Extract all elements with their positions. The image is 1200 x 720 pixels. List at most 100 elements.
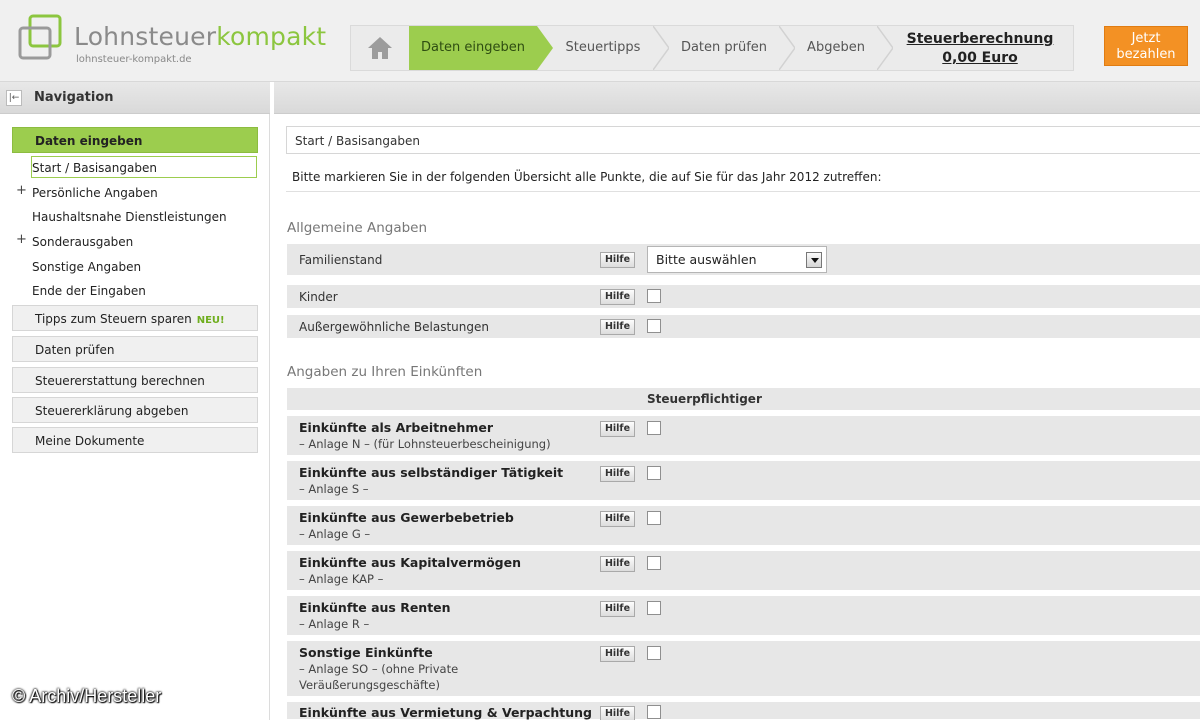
logo-icon xyxy=(18,14,62,60)
income-row-title: Einkünfte aus selbständiger Tätigkeit xyxy=(299,465,564,480)
income-row-title: Sonstige Einkünfte xyxy=(299,645,433,660)
nav-item-haushaltsnahe-dienstleistungen[interactable]: Haushaltsnahe Dienstleistungen xyxy=(32,206,258,228)
income-checkbox[interactable] xyxy=(647,705,661,719)
income-row-sub: – Anlage S – xyxy=(299,482,369,496)
column-header: Steuerpflichtiger xyxy=(287,388,1200,410)
income-row: Einkünfte aus Gewerbebetrieb – Anlage G … xyxy=(287,506,1200,546)
income-row-title: Einkünfte aus Renten xyxy=(299,600,451,615)
help-button[interactable]: Hilfe xyxy=(600,706,635,720)
belastungen-label: Außergewöhnliche Belastungen xyxy=(299,320,489,334)
income-row-sub: – Anlage SO – (ohne Private xyxy=(299,662,459,676)
income-row: Einkünfte aus Renten – Anlage R – Hilfe xyxy=(287,596,1200,636)
navigation-title: Navigation xyxy=(34,90,114,105)
income-checkbox[interactable] xyxy=(647,466,661,480)
help-button[interactable]: Hilfe xyxy=(600,421,635,437)
logo[interactable]: Lohnsteuerkompakt lohnsteuer-kompakt.de xyxy=(16,14,326,70)
nav-section-tipps-label: Tipps zum Steuern sparen xyxy=(35,312,192,326)
copyright-watermark: © Archiv/Hersteller xyxy=(12,686,162,706)
step-arrow-icon xyxy=(779,26,795,70)
nav-section-meine-dokumente[interactable]: Meine Dokumente xyxy=(12,427,258,453)
nav-section-tipps[interactable]: Tipps zum Steuern sparen NEU! xyxy=(12,305,258,331)
step-daten-eingeben[interactable]: Daten eingeben xyxy=(409,26,537,70)
nav-section-daten-eingeben[interactable]: Daten eingeben xyxy=(12,127,258,153)
chevron-down-icon xyxy=(806,252,822,268)
income-row-title: Einkünfte aus Kapitalvermögen xyxy=(299,555,521,570)
income-row: Einkünfte aus selbständiger Tätigkeit – … xyxy=(287,461,1200,501)
step-arrow-icon xyxy=(653,26,669,70)
income-checkbox[interactable] xyxy=(647,421,661,435)
familienstand-select-value: Bitte auswählen xyxy=(656,252,757,267)
main-header-bar xyxy=(274,82,1200,114)
help-button[interactable]: Hilfe xyxy=(600,252,635,268)
logo-text: Lohnsteuerkompakt xyxy=(74,22,327,51)
pay-now-button[interactable]: Jetzt bezahlen xyxy=(1104,26,1188,66)
intro-text: Bitte markieren Sie in der folgenden Übe… xyxy=(286,162,1200,192)
step-arrow-icon xyxy=(537,26,553,70)
income-checkbox[interactable] xyxy=(647,511,661,525)
income-checkbox[interactable] xyxy=(647,556,661,570)
pay-now-label-line2: bezahlen xyxy=(1116,47,1176,62)
main-content: Start / Basisangaben Bitte markieren Sie… xyxy=(274,82,1200,720)
pay-now-label-line1: Jetzt xyxy=(1131,31,1161,46)
income-row: Einkünfte als Arbeitnehmer – Anlage N – … xyxy=(287,416,1200,456)
nav-section-steuererstattung[interactable]: Steuererstattung berechnen xyxy=(12,367,258,393)
familienstand-select[interactable]: Bitte auswählen xyxy=(647,246,827,273)
income-row-sub: – Anlage KAP – xyxy=(299,572,384,586)
income-row: Einkünfte aus Vermietung & Verpachtung H… xyxy=(287,702,1200,720)
income-row-title: Einkünfte aus Vermietung & Verpachtung xyxy=(299,705,592,720)
help-button[interactable]: Hilfe xyxy=(600,601,635,617)
familienstand-label: Familienstand xyxy=(299,253,383,267)
row-kinder: Kinder Hilfe xyxy=(287,285,1200,309)
step-steuertipps[interactable]: Steuertipps xyxy=(553,26,653,70)
nav-item-persoenliche-angaben[interactable]: Persönliche Angaben xyxy=(32,182,258,204)
expand-plus-icon[interactable]: + xyxy=(16,183,27,198)
nav-item-start-basisangaben[interactable]: Start / Basisangaben xyxy=(31,156,257,178)
kinder-checkbox[interactable] xyxy=(647,289,661,303)
breadcrumb: Start / Basisangaben xyxy=(286,126,1200,154)
nav-section-daten-pruefen[interactable]: Daten prüfen xyxy=(12,336,258,362)
navigation-header: |← Navigation xyxy=(0,82,270,114)
step-arrow-icon xyxy=(877,26,893,70)
expand-plus-icon[interactable]: + xyxy=(16,232,27,247)
column-header-label: Steuerpflichtiger xyxy=(647,392,762,406)
kinder-label: Kinder xyxy=(299,290,338,304)
help-button[interactable]: Hilfe xyxy=(600,319,635,335)
income-row: Einkünfte aus Kapitalvermögen – Anlage K… xyxy=(287,551,1200,591)
row-belastungen: Außergewöhnliche Belastungen Hilfe xyxy=(287,315,1200,339)
home-button[interactable] xyxy=(351,26,409,70)
nav-item-ende-der-eingaben[interactable]: Ende der Eingaben xyxy=(32,280,258,302)
section-title-allgemeine-angaben: Allgemeine Angaben xyxy=(287,220,428,236)
income-checkbox[interactable] xyxy=(647,646,661,660)
tax-calculation-link[interactable]: Steuerberechnung 0,00 Euro xyxy=(899,30,1061,68)
step-abgeben[interactable]: Abgeben xyxy=(795,26,877,70)
income-row-sub: – Anlage G – xyxy=(299,527,371,541)
help-button[interactable]: Hilfe xyxy=(600,646,635,662)
tax-calculation-label: Steuerberechnung xyxy=(906,31,1054,47)
income-row: Sonstige Einkünfte – Anlage SO – (ohne P… xyxy=(287,641,1200,697)
income-row-sub: – Anlage N – (für Lohnsteuerbescheinigun… xyxy=(299,437,551,451)
income-row-sub: – Anlage R – xyxy=(299,617,370,631)
section-title-einkuenfte: Angaben zu Ihren Einkünften xyxy=(287,364,483,380)
nav-section-steuererklaerung[interactable]: Steuererklärung abgeben xyxy=(12,397,258,423)
step-daten-pruefen[interactable]: Daten prüfen xyxy=(669,26,779,70)
tax-calculation-value: 0,00 Euro xyxy=(942,50,1018,66)
new-badge: NEU! xyxy=(196,315,225,326)
sidebar: |← Navigation Daten eingeben Start / Bas… xyxy=(0,82,270,720)
help-button[interactable]: Hilfe xyxy=(600,511,635,527)
row-familienstand: Familienstand Hilfe Bitte auswählen xyxy=(287,244,1200,276)
help-button[interactable]: Hilfe xyxy=(600,556,635,572)
header: Lohnsteuerkompakt lohnsteuer-kompakt.de … xyxy=(0,0,1200,82)
logo-url: lohnsteuer-kompakt.de xyxy=(76,54,192,65)
home-icon xyxy=(368,37,392,59)
help-button[interactable]: Hilfe xyxy=(600,466,635,482)
help-button[interactable]: Hilfe xyxy=(600,289,635,305)
step-bar: Daten eingeben Steuertipps Daten prüfen … xyxy=(350,25,1074,71)
belastungen-checkbox[interactable] xyxy=(647,319,661,333)
nav-item-sonderausgaben[interactable]: Sonderausgaben xyxy=(32,231,258,253)
income-row-title: Einkünfte aus Gewerbebetrieb xyxy=(299,510,514,525)
income-row-title: Einkünfte als Arbeitnehmer xyxy=(299,420,494,435)
income-row-sub-line2: Veräußerungsgeschäfte) xyxy=(299,678,440,692)
collapse-icon[interactable]: |← xyxy=(6,90,22,106)
income-checkbox[interactable] xyxy=(647,601,661,615)
nav-item-sonstige-angaben[interactable]: Sonstige Angaben xyxy=(32,256,258,278)
